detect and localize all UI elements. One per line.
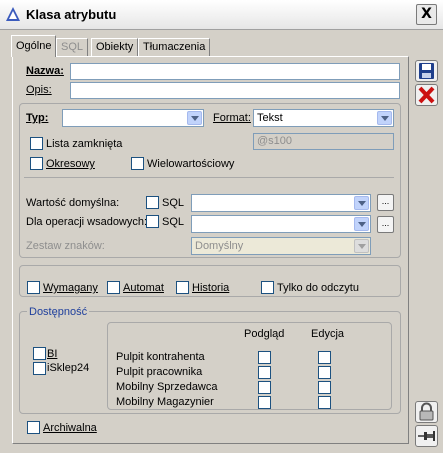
auto-checkbox[interactable] xyxy=(107,281,120,294)
window-title: Klasa atrybutu xyxy=(26,7,117,22)
app-triangle-icon xyxy=(6,7,20,21)
archived-label: Archiwalna xyxy=(43,422,97,434)
edit-checkbox-magazynier[interactable] xyxy=(318,396,331,409)
periodic-label: Okresowy xyxy=(46,158,95,170)
pushpin-icon xyxy=(418,431,435,441)
column-preview: Podgląd xyxy=(244,328,285,340)
divider xyxy=(24,177,394,178)
chevron-down-icon xyxy=(354,217,369,231)
pin-button[interactable] xyxy=(415,425,438,447)
chevron-down-icon xyxy=(354,239,369,253)
required-checkbox[interactable] xyxy=(27,281,40,294)
isklep24-label: iSklep24 xyxy=(47,362,90,374)
red-x-icon xyxy=(418,86,435,104)
name-input[interactable] xyxy=(70,63,400,80)
default-value-ellipsis-button[interactable]: ... xyxy=(377,194,394,211)
batch-sql-label: SQL xyxy=(162,216,185,228)
edit-checkbox-kontrahent[interactable] xyxy=(318,351,331,364)
closed-list-label: Lista zamknięta xyxy=(46,138,123,150)
preview-checkbox-kontrahent[interactable] xyxy=(258,351,271,364)
default-sql-label: SQL xyxy=(162,197,185,209)
bi-checkbox[interactable] xyxy=(33,347,46,360)
tab-tlumaczenia[interactable]: Tłumaczenia xyxy=(138,38,211,56)
name-label: Nazwa: xyxy=(26,65,64,77)
readonly-label: Tylko do odczytu xyxy=(277,282,359,294)
default-value-label: Wartość domyślna: xyxy=(26,197,120,209)
preview-checkbox-magazynier[interactable] xyxy=(258,396,271,409)
type-label: Typ: xyxy=(26,112,49,124)
format-combo[interactable]: Tekst xyxy=(253,109,394,127)
chevron-down-icon xyxy=(187,111,202,125)
save-button[interactable] xyxy=(415,60,438,82)
format-mask-input[interactable]: @s100 xyxy=(253,133,394,150)
description-input[interactable] xyxy=(70,82,400,99)
history-label: Historia xyxy=(192,282,230,294)
isklep24-checkbox[interactable] xyxy=(33,362,46,375)
closed-list-checkbox[interactable] xyxy=(30,137,43,150)
edit-checkbox-sprzedawca[interactable] xyxy=(318,381,331,394)
multivalue-label: Wielowartościowy xyxy=(147,158,235,170)
row-label: Pulpit kontrahenta xyxy=(116,351,205,363)
batch-ops-ellipsis-button[interactable]: ... xyxy=(377,216,394,233)
title-bar: Klasa atrybutu X xyxy=(0,0,443,30)
row-label: Mobilny Magazynier xyxy=(116,396,214,408)
padlock-icon xyxy=(419,402,434,421)
close-button[interactable]: X xyxy=(416,4,437,25)
default-sql-checkbox[interactable] xyxy=(146,196,159,209)
floppy-disk-icon xyxy=(419,63,434,79)
batch-ops-label: Dla operacji wsadowych: xyxy=(26,216,148,228)
charset-combo[interactable]: Domyślny xyxy=(191,237,371,255)
chevron-down-icon xyxy=(377,111,392,125)
chevron-down-icon xyxy=(354,196,369,210)
format-label: Format: xyxy=(213,112,251,124)
auto-label: Automat xyxy=(123,282,164,294)
required-label: Wymagany xyxy=(43,282,98,294)
batch-ops-combo[interactable] xyxy=(191,215,371,233)
readonly-checkbox[interactable] xyxy=(261,281,274,294)
preview-checkbox-sprzedawca[interactable] xyxy=(258,381,271,394)
tab-ogolne[interactable]: Ogólne xyxy=(11,35,57,57)
tab-sql[interactable]: SQL xyxy=(56,38,89,56)
default-value-combo[interactable] xyxy=(191,194,371,212)
description-label: Opis: xyxy=(26,84,52,96)
periodic-checkbox[interactable] xyxy=(30,157,43,170)
row-label: Pulpit pracownika xyxy=(116,366,203,378)
cancel-button[interactable] xyxy=(415,84,438,106)
type-combo[interactable] xyxy=(62,109,204,127)
multivalue-checkbox[interactable] xyxy=(131,157,144,170)
batch-sql-checkbox[interactable] xyxy=(146,215,159,228)
availability-label: Dostępność xyxy=(27,306,90,318)
bi-label: BI xyxy=(47,348,58,360)
archived-checkbox[interactable] xyxy=(27,421,40,434)
column-edit: Edycja xyxy=(311,328,345,340)
edit-checkbox-pracownik[interactable] xyxy=(318,366,331,379)
preview-checkbox-pracownik[interactable] xyxy=(258,366,271,379)
tab-obiekty[interactable]: Obiekty xyxy=(91,38,139,56)
row-label: Mobilny Sprzedawca xyxy=(116,381,218,393)
lock-button[interactable] xyxy=(415,401,438,423)
charset-label: Zestaw znaków: xyxy=(26,240,105,252)
history-checkbox[interactable] xyxy=(176,281,189,294)
